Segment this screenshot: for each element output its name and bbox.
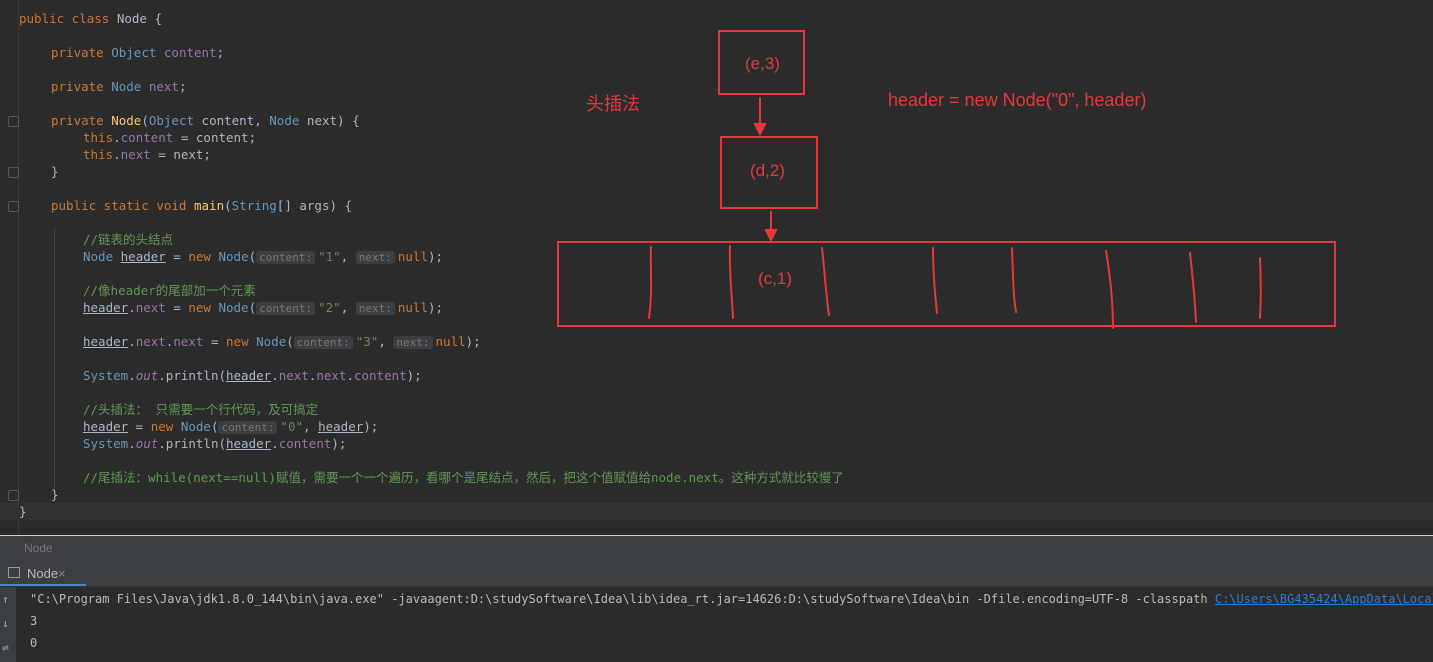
console-command-line: "C:\Program Files\Java\jdk1.8.0_144\bin\…: [30, 591, 1433, 607]
code-editor[interactable]: public class Node { private Object conte…: [0, 0, 1433, 535]
divider-stroke: [1259, 257, 1262, 319]
divider-stroke: [821, 247, 830, 316]
breadcrumb[interactable]: Node: [24, 541, 53, 555]
divider-stroke: [1189, 252, 1197, 323]
scroll-down-icon[interactable]: ↓: [2, 617, 9, 630]
run-tab-underline: [0, 584, 86, 586]
divider-stroke: [1011, 247, 1017, 313]
run-tab-node[interactable]: Node: [27, 566, 58, 581]
divider-stroke: [932, 247, 938, 314]
console-icon: [8, 567, 20, 578]
breadcrumb-bar: Node: [0, 535, 1433, 563]
run-console[interactable]: "C:\Program Files\Java\jdk1.8.0_144\bin\…: [0, 587, 1433, 662]
close-icon[interactable]: ×: [58, 566, 66, 581]
arrow-head-e-to-d: [753, 123, 767, 137]
run-tool-window-header: Node ×: [0, 562, 1433, 587]
run-toolbar: ↑ ↓ ⇌: [0, 587, 16, 662]
divider-stroke: [1105, 250, 1114, 329]
scroll-up-icon[interactable]: ↑: [2, 593, 9, 606]
classpath-link[interactable]: C:\Users\BG435424\AppData\Local\Temp\: [1215, 592, 1433, 606]
wrap-icon[interactable]: ⇌: [2, 641, 9, 654]
arrow-head-d-to-list: [764, 229, 778, 243]
annotation-strokes: [648, 97, 1262, 329]
divider-stroke: [728, 245, 734, 319]
console-output-line: 0: [30, 636, 38, 650]
divider-stroke: [648, 246, 653, 319]
console-output-line: 3: [30, 614, 38, 628]
